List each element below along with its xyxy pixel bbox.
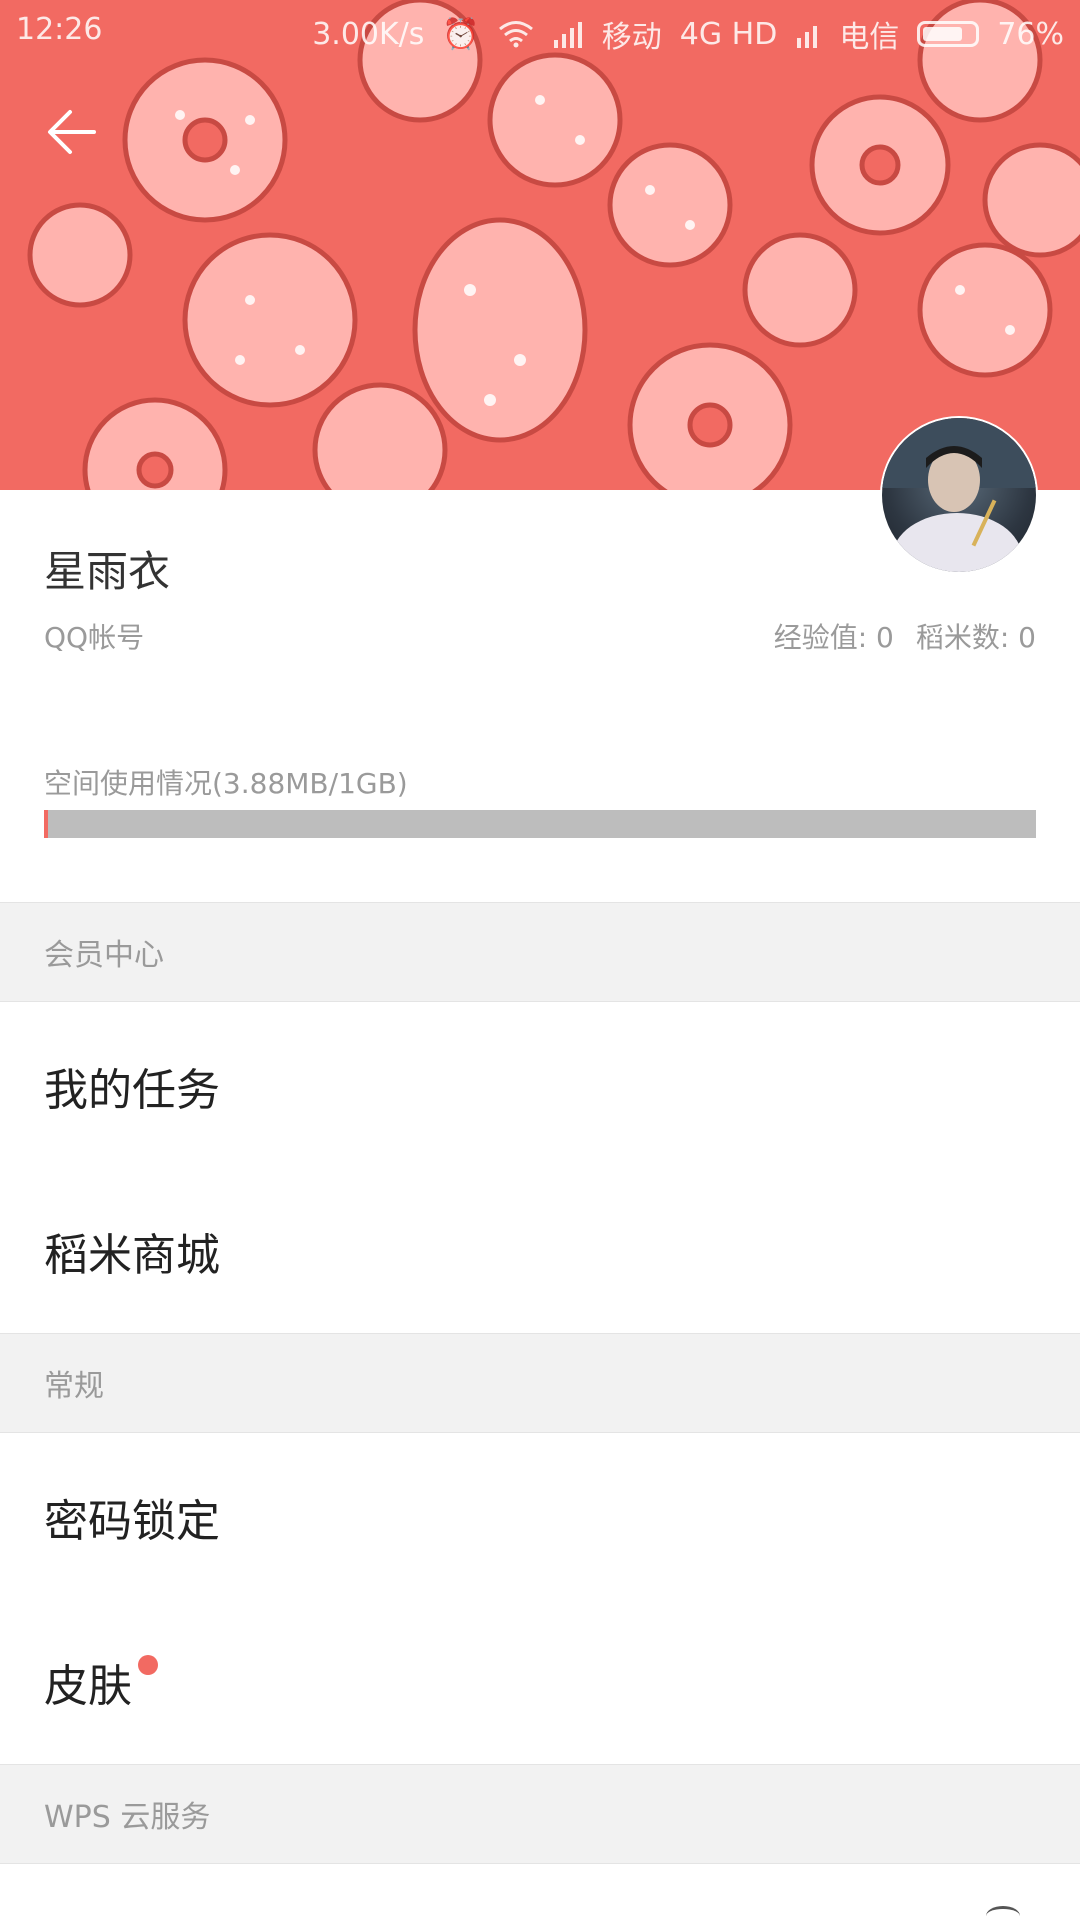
rice-count: 稻米数: 0 (915, 621, 1036, 654)
avatar-photo (882, 418, 1036, 572)
storage-progress-fill (44, 810, 48, 838)
carrier-1: 移动 (601, 20, 662, 55)
status-time: 12:26 (16, 12, 103, 47)
experience-value: 经验值: 0 (773, 621, 894, 654)
new-badge-dot (138, 1654, 158, 1675)
signal-icon (553, 22, 582, 48)
battery-icon (917, 21, 980, 47)
menu-item-my-tasks[interactable]: 我的任务 (0, 1003, 1080, 1168)
user-stats: 经验值: 0 稻米数: 0 (774, 616, 1036, 656)
menu-item-password-lock[interactable]: 密码锁定 (0, 1434, 1080, 1599)
alarm-icon: ⏰ (442, 16, 480, 52)
network-speed: 3.00K/s (312, 16, 425, 52)
arrow-left-icon (48, 110, 96, 154)
wifi-icon (498, 21, 533, 48)
avatar[interactable] (882, 418, 1036, 572)
battery-percent: 76% (997, 16, 1064, 52)
account-type-label: QQ帐号 (44, 621, 145, 654)
section-cloud-service: WPS 云服务 (0, 1764, 1080, 1864)
status-right: 3.00K/s ⏰ 移动 4G HD 电信 76% (312, 12, 1064, 56)
back-button[interactable] (40, 100, 104, 164)
menu-item-skin[interactable]: 皮肤 (0, 1599, 1080, 1764)
section-member-center: 会员中心 (0, 902, 1080, 1002)
header-banner: 12:26 3.00K/s ⏰ 移动 4G HD 电信 76% (0, 0, 1080, 490)
storage-usage-label: 空间使用情况(3.88MB/1GB) (44, 767, 408, 800)
network-type: 4G HD (679, 16, 778, 52)
signal-icon-2 (797, 26, 818, 48)
dessert-pattern (27, 0, 1080, 490)
status-bar: 12:26 3.00K/s ⏰ 移动 4G HD 电信 76% (0, 0, 1080, 60)
storage-progress-bar (44, 810, 1036, 838)
section-general: 常规 (0, 1333, 1080, 1433)
menu-item-rice-mall[interactable]: 稻米商城 (0, 1168, 1080, 1333)
partial-item-icon (986, 1906, 1020, 1926)
carrier-2: 电信 (839, 20, 900, 55)
skin-label: 皮肤 (44, 1660, 132, 1712)
username: 星雨衣 (44, 547, 171, 596)
